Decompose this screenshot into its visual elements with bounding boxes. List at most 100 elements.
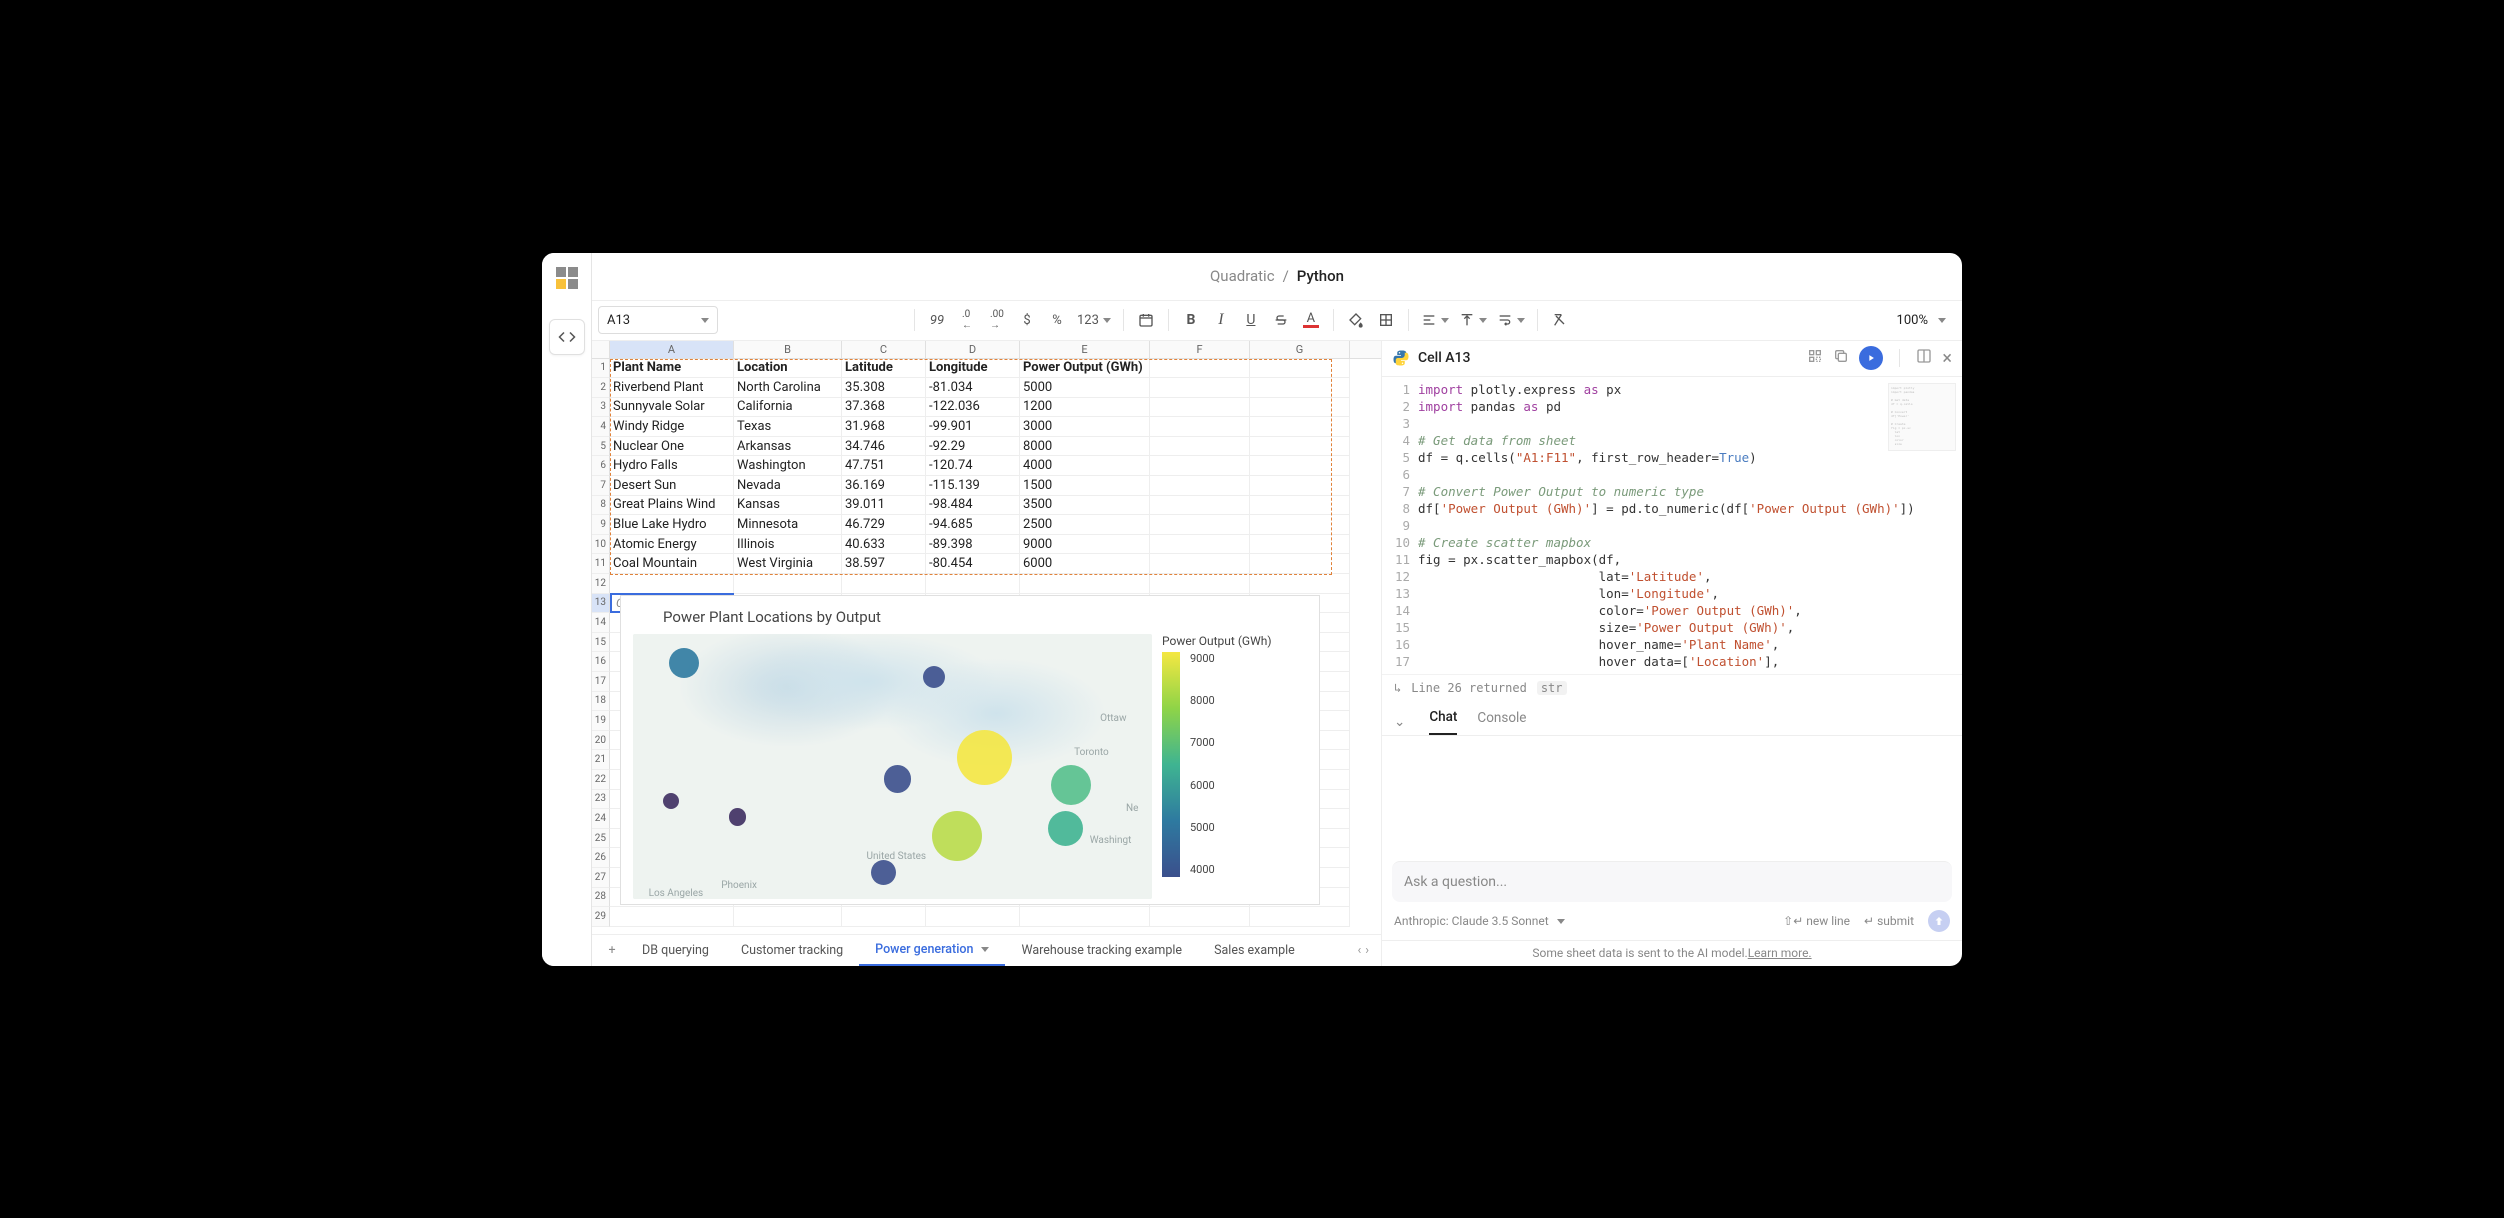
cell[interactable] [1250,907,1350,927]
cell[interactable] [1150,554,1250,574]
cell[interactable] [1250,496,1350,516]
sheet-tab[interactable]: DB querying [626,934,725,966]
cell[interactable]: -120.74 [926,456,1020,476]
sheet-tab[interactable]: Customer tracking [725,934,859,966]
chart-output[interactable]: Power Plant Locations by Output United S… [620,595,1320,905]
model-selector[interactable]: Anthropic: Claude 3.5 Sonnet [1394,914,1565,928]
cell[interactable] [1150,496,1250,516]
code-editor[interactable]: 1234567891011121314151617 import plotly.… [1382,377,1962,674]
cell[interactable]: 9000 [1020,535,1150,555]
minimap[interactable]: import plotlyimport pandas# Get datadf =… [1888,383,1956,451]
cell[interactable] [842,574,926,594]
cell[interactable]: 38.597 [842,554,926,574]
col-header-D[interactable]: D [926,341,1020,358]
cell[interactable]: 46.729 [842,515,926,535]
snippet-icon[interactable] [1807,348,1823,368]
cell[interactable] [1020,574,1150,594]
row-number[interactable]: 6 [592,456,610,476]
row-number[interactable]: 4 [592,417,610,437]
cell[interactable]: Riverbend Plant [610,378,734,398]
row-number[interactable]: 28 [592,888,610,908]
send-button[interactable] [1928,910,1950,932]
collapse-icon[interactable]: ⌄ [1394,714,1405,730]
cell[interactable]: -122.036 [926,398,1020,418]
cell[interactable]: Illinois [734,535,842,555]
cell[interactable]: 40.633 [842,535,926,555]
cell[interactable]: California [734,398,842,418]
cell[interactable]: 47.751 [842,456,926,476]
tab-chat[interactable]: Chat [1429,709,1457,735]
wrap-button[interactable] [1493,306,1529,334]
cell[interactable]: 6000 [1020,554,1150,574]
cell[interactable]: 37.368 [842,398,926,418]
chart-bubble[interactable] [1048,811,1083,846]
cell[interactable]: 1500 [1020,476,1150,496]
grid[interactable]: A B C D E F G 1Plant NameLocationLatitud… [592,341,1381,934]
cell[interactable] [1250,437,1350,457]
cell[interactable]: 3500 [1020,496,1150,516]
cell[interactable] [610,574,734,594]
scatter-mapbox[interactable]: United States Toronto Ottaw Los Angeles … [633,634,1152,899]
h-align-button[interactable] [1417,306,1453,334]
copy-icon[interactable] [1833,348,1849,368]
underline-button[interactable]: U [1237,306,1265,334]
cell[interactable] [1150,515,1250,535]
cell[interactable]: Plant Name [610,359,734,379]
col-header-E[interactable]: E [1020,341,1150,358]
cell[interactable] [1250,535,1350,555]
cell[interactable] [1250,476,1350,496]
app-logo[interactable] [556,267,578,289]
row-number[interactable]: 24 [592,809,610,829]
cell[interactable]: Arkansas [734,437,842,457]
row-number[interactable]: 8 [592,496,610,516]
col-header-F[interactable]: F [1150,341,1250,358]
cell[interactable] [1150,907,1250,927]
cell[interactable]: 39.011 [842,496,926,516]
cell[interactable] [1250,398,1350,418]
currency-button[interactable]: $ [1013,306,1041,334]
cell[interactable]: 34.746 [842,437,926,457]
col-header-C[interactable]: C [842,341,926,358]
row-number[interactable]: 25 [592,829,610,849]
row-number[interactable]: 13 [592,594,610,614]
chart-bubble[interactable] [669,648,699,678]
cell[interactable] [610,907,734,927]
number-format-button[interactable]: 99 [923,306,951,334]
cell[interactable]: Longitude [926,359,1020,379]
cell[interactable]: Washington [734,456,842,476]
cell[interactable] [1250,574,1350,594]
row-number[interactable]: 19 [592,711,610,731]
clear-format-button[interactable] [1546,306,1574,334]
cell[interactable] [1150,378,1250,398]
cell[interactable]: 4000 [1020,456,1150,476]
date-format-button[interactable] [1132,306,1160,334]
row-number[interactable]: 9 [592,515,610,535]
italic-button[interactable]: I [1207,306,1235,334]
cell[interactable] [1150,535,1250,555]
tabs-next-button[interactable]: › [1365,943,1369,958]
col-header-A[interactable]: A [610,341,734,358]
cell[interactable] [1020,907,1150,927]
row-number[interactable]: 26 [592,848,610,868]
row-number[interactable]: 15 [592,633,610,653]
cell[interactable] [1150,398,1250,418]
cell[interactable]: Texas [734,417,842,437]
cell[interactable]: -92.29 [926,437,1020,457]
cell[interactable] [1250,359,1350,379]
cell-reference-input[interactable]: A13 [598,306,718,334]
row-number[interactable]: 1 [592,359,610,379]
cell[interactable]: Kansas [734,496,842,516]
cell[interactable] [926,907,1020,927]
cell[interactable]: -94.685 [926,515,1020,535]
cell[interactable]: 3000 [1020,417,1150,437]
row-number[interactable]: 16 [592,652,610,672]
decrease-decimal-button[interactable]: .0← [953,306,981,334]
learn-more-link[interactable]: Learn more. [1748,946,1812,960]
chart-bubble[interactable] [663,793,679,809]
cell[interactable]: Sunnyvale Solar [610,398,734,418]
code-toggle-button[interactable] [549,319,585,355]
tabs-prev-button[interactable]: ‹ [1357,943,1361,958]
cell[interactable]: 35.308 [842,378,926,398]
breadcrumb-app[interactable]: Quadratic [1210,267,1275,285]
run-button[interactable] [1859,346,1883,370]
